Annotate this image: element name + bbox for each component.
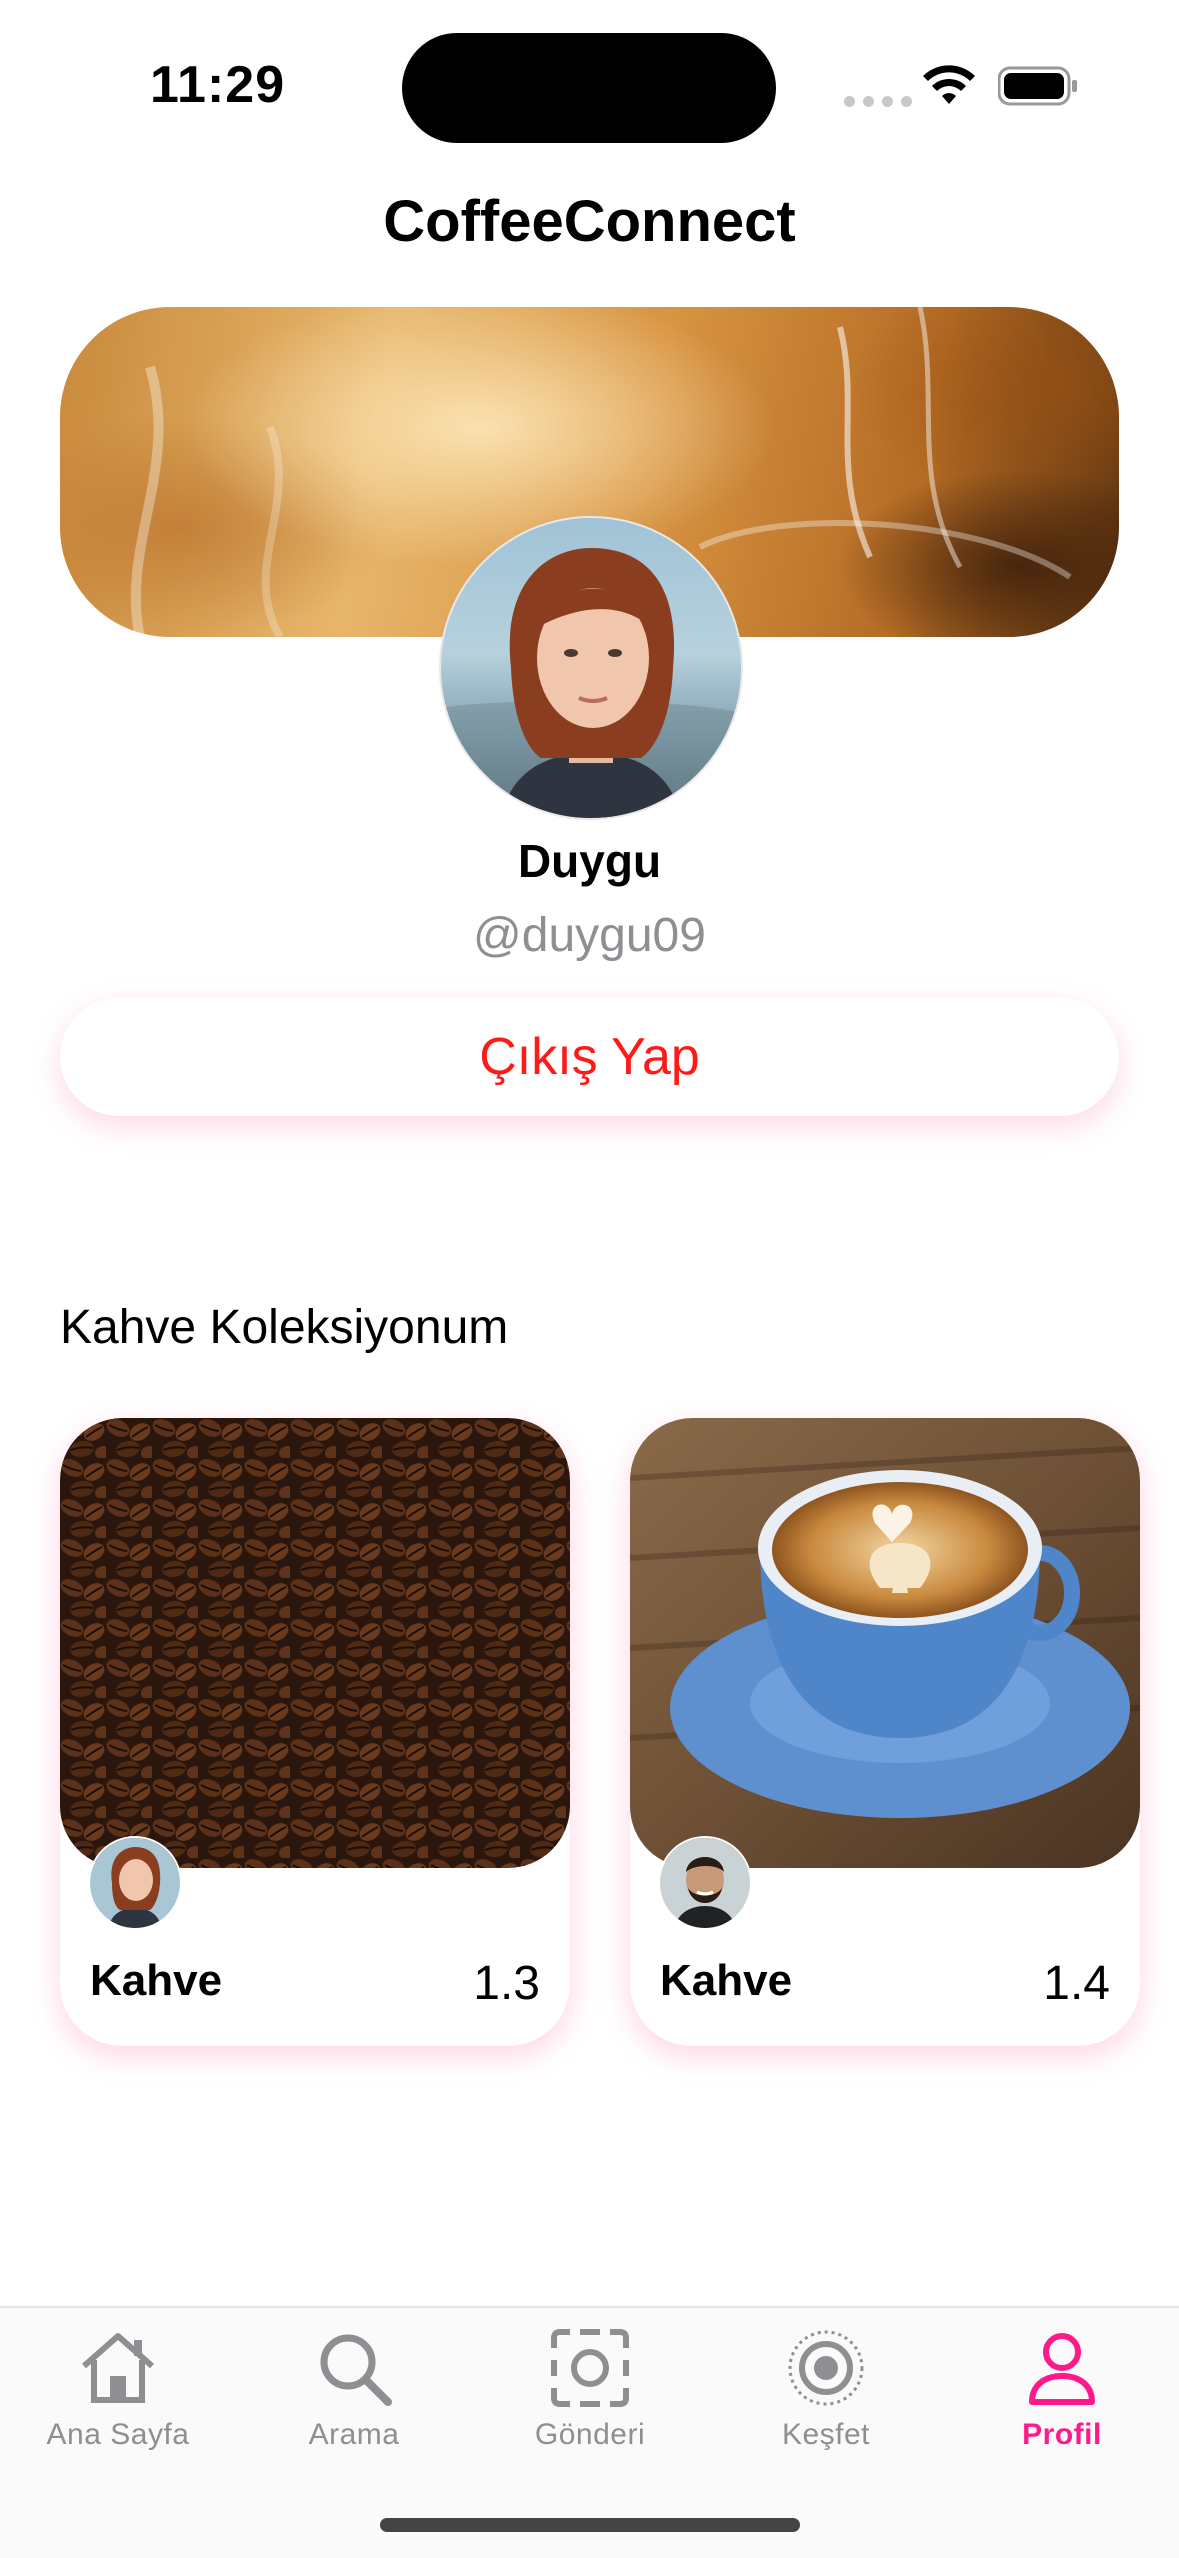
user-handle: @duygu09 <box>473 909 706 962</box>
tab-profil[interactable]: Profil <box>944 2308 1179 2468</box>
collection-title: Kahve Koleksiyonum <box>60 1301 509 1354</box>
logout-button[interactable]: Çıkış Yap <box>60 998 1119 1116</box>
target-icon <box>788 2330 864 2406</box>
card-author-avatar[interactable] <box>88 1836 182 1930</box>
card-title: Kahve <box>660 1956 793 2005</box>
profile-avatar[interactable] <box>439 516 743 820</box>
person-icon <box>1029 2333 1095 2405</box>
tab-arama[interactable]: Arama <box>236 2308 472 2468</box>
app-title: CoffeeConnect <box>383 189 796 254</box>
house-icon <box>82 2333 154 2403</box>
card-rating: 1.3 <box>473 1957 540 2010</box>
cellular-signal-icon <box>844 96 912 107</box>
card-author-avatar[interactable] <box>658 1836 752 1930</box>
camera-frame-icon <box>551 2329 629 2407</box>
tab-gonderi[interactable]: Gönderi <box>472 2308 708 2468</box>
coffee-beans-image <box>60 1418 570 1868</box>
tab-label: Keşfet <box>781 2418 871 2451</box>
collection-card[interactable]: Kahve 1.4 <box>630 1418 1140 2046</box>
tab-label: Profil <box>1022 2418 1102 2451</box>
tab-label: Ana Sayfa <box>46 2418 190 2451</box>
status-time: 11:29 <box>150 56 286 114</box>
tab-ana-sayfa[interactable]: Ana Sayfa <box>0 2308 236 2468</box>
user-name: Duygu <box>517 835 662 887</box>
latte-cup-image <box>630 1418 1140 1868</box>
card-title: Kahve <box>90 1956 223 2005</box>
wifi-icon <box>923 65 975 104</box>
tab-label: Gönderi <box>534 2418 646 2451</box>
tab-kesfet[interactable]: Keşfet <box>708 2308 944 2468</box>
tab-label: Arama <box>308 2418 400 2451</box>
dynamic-island <box>402 33 776 143</box>
home-indicator[interactable] <box>380 2518 800 2532</box>
magnifier-icon <box>320 2334 392 2406</box>
battery-icon <box>998 66 1077 106</box>
card-rating: 1.4 <box>1043 1957 1110 2010</box>
collection-card[interactable]: Kahve 1.3 <box>60 1418 570 2046</box>
